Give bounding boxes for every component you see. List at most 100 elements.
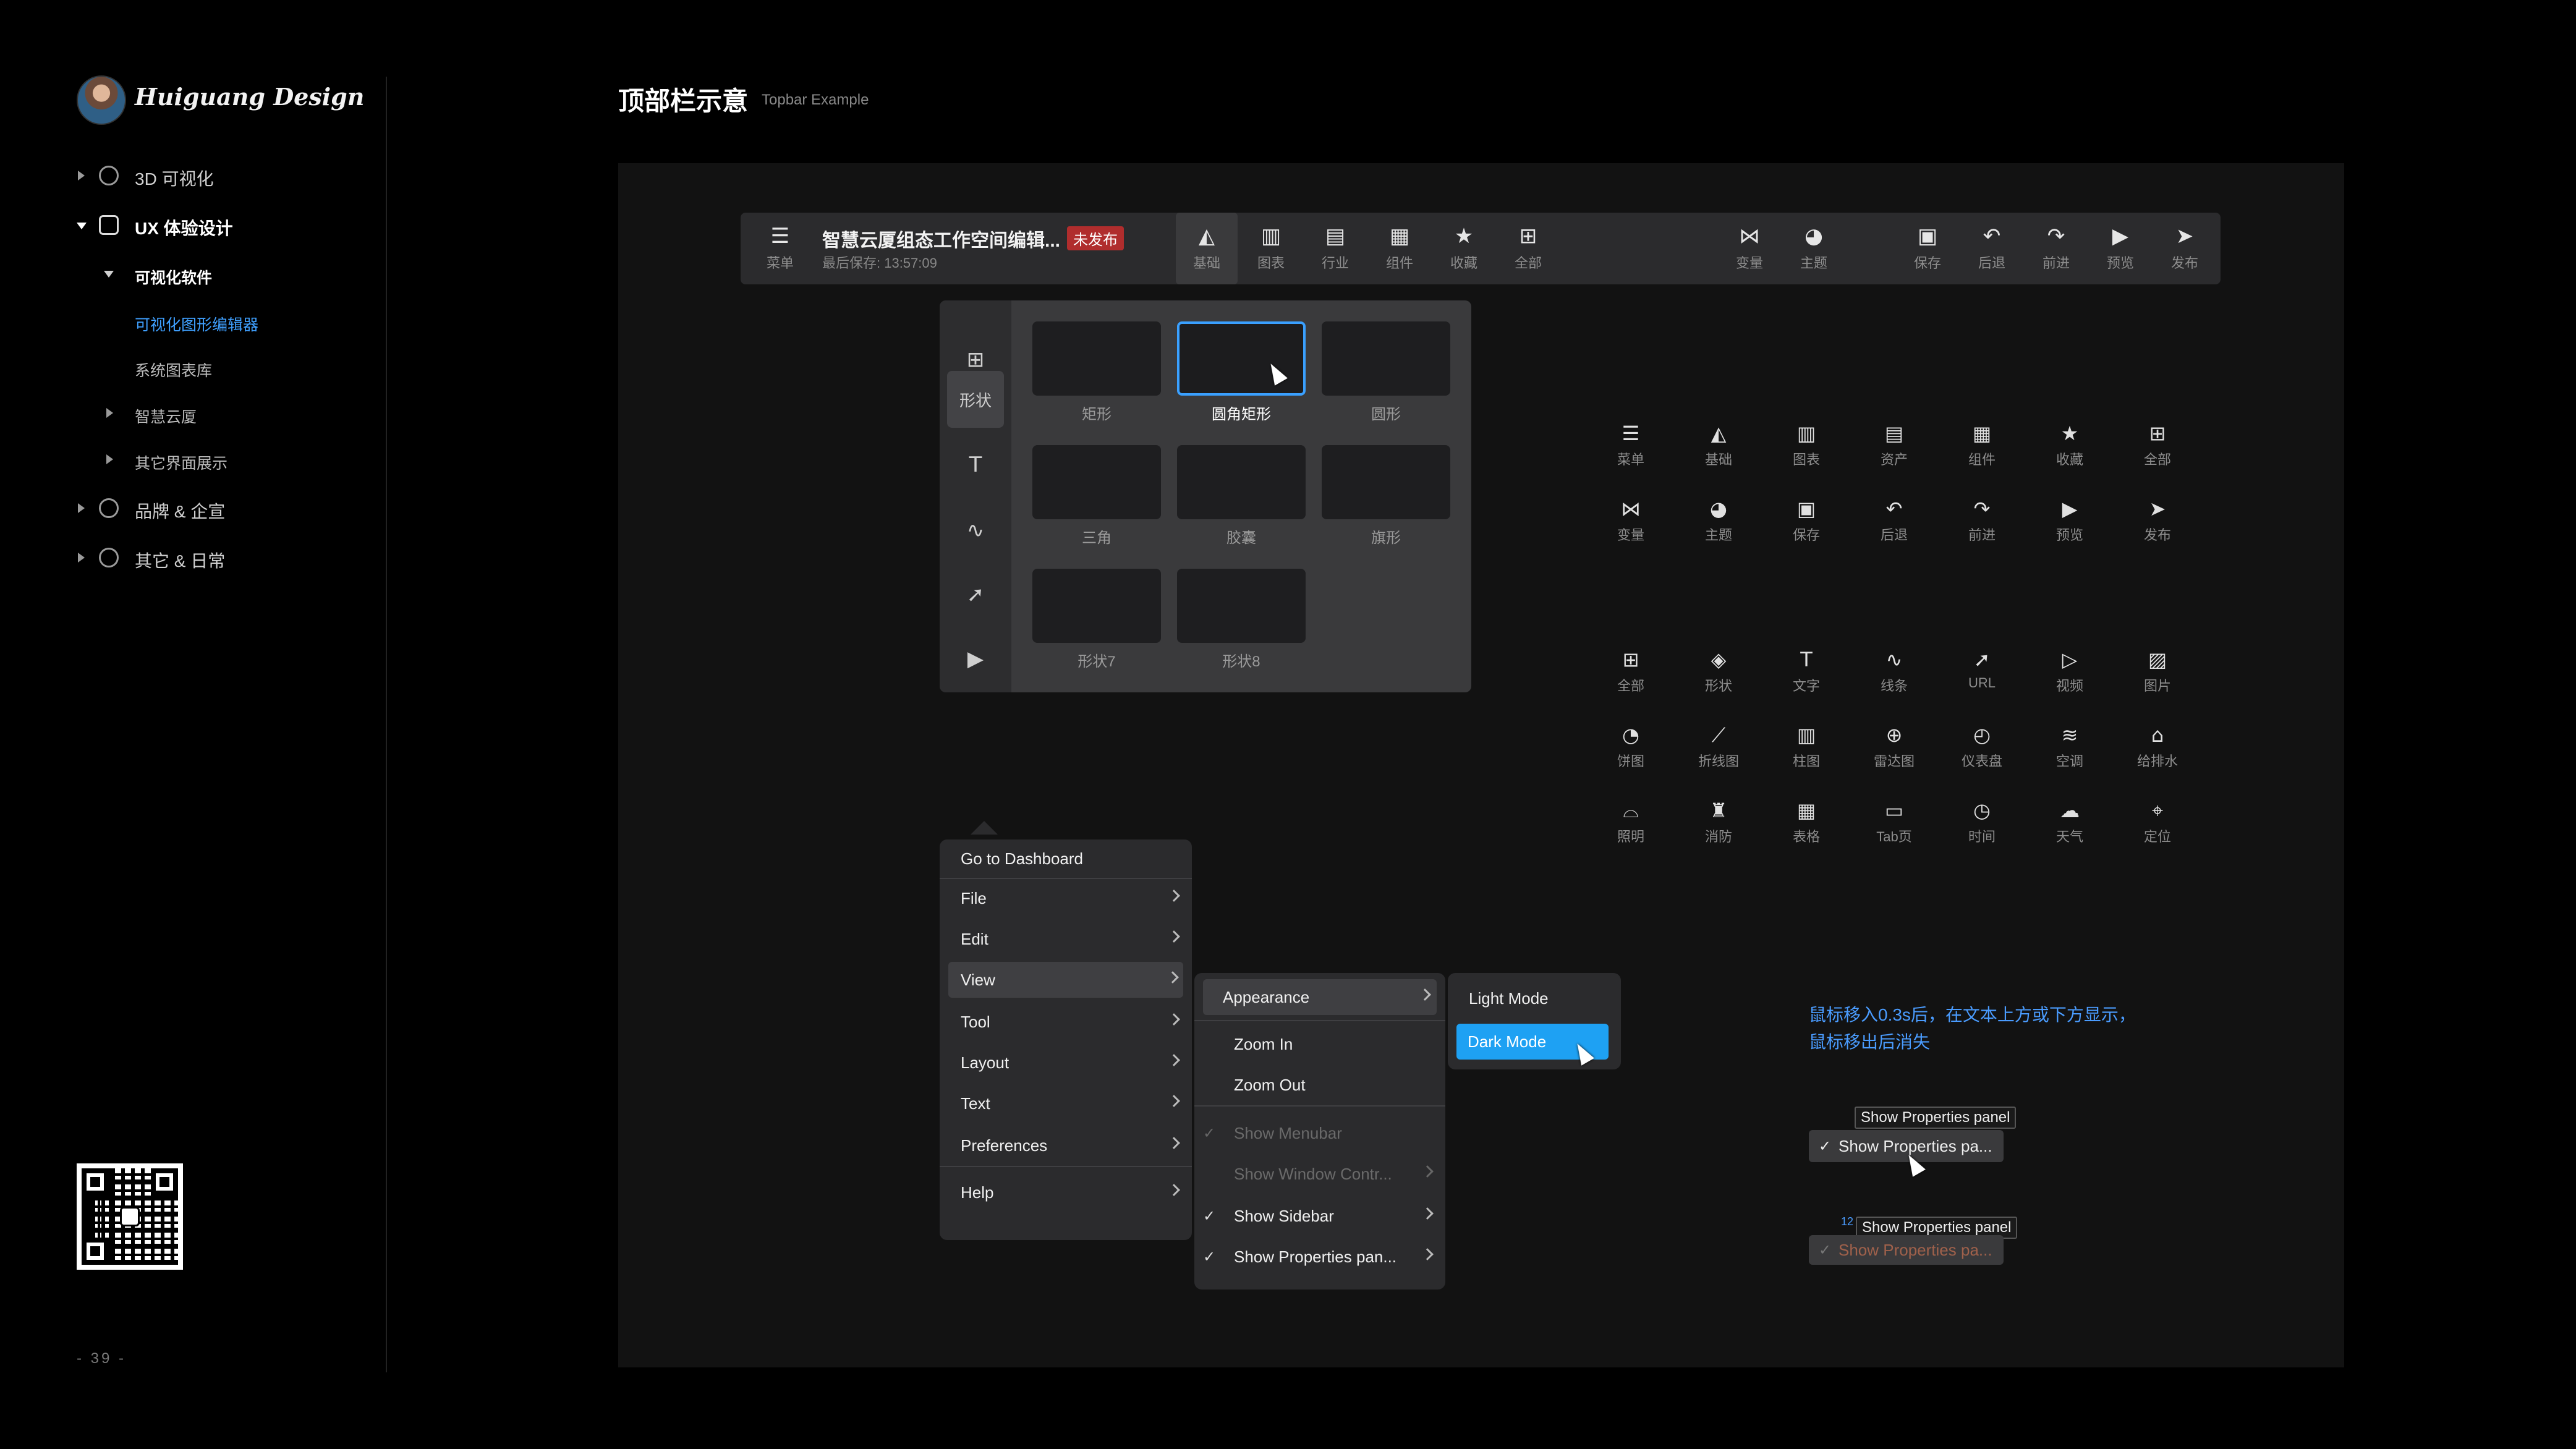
menu-item-appearance[interactable]: Appearance bbox=[1203, 979, 1437, 1015]
shape-tile[interactable] bbox=[1177, 569, 1306, 643]
icon-cell-send[interactable]: ➤ 发布 bbox=[2123, 497, 2191, 544]
sidebar-item-graph-editor[interactable]: 可视化图形编辑器 bbox=[135, 313, 258, 335]
menu-item-tool[interactable]: Tool bbox=[940, 1004, 1192, 1040]
topbar-button-star[interactable]: ★ 收藏 bbox=[1433, 213, 1495, 284]
menu-button[interactable]: ☰ 菜单 bbox=[749, 213, 811, 284]
icon-cell-line[interactable]: ∿ 线条 bbox=[1860, 648, 1928, 695]
menu-item-file[interactable]: File bbox=[940, 880, 1192, 916]
topbar-button-redo[interactable]: ↷ 前进 bbox=[2025, 213, 2087, 284]
icon-cell-save[interactable]: ▣ 保存 bbox=[1772, 497, 1840, 544]
sidebar-item-ux[interactable]: UX 体验设计 bbox=[135, 215, 233, 240]
chevron-right-icon[interactable] bbox=[106, 408, 113, 418]
chevron-right-icon[interactable] bbox=[78, 553, 85, 563]
icon-cell-water[interactable]: ⌂ 给排水 bbox=[2123, 723, 2191, 770]
chevron-right-icon[interactable] bbox=[78, 171, 85, 181]
topbar-button-shapes[interactable]: ◭ 基础 bbox=[1176, 213, 1238, 284]
icon-cell-location[interactable]: ⌖ 定位 bbox=[2123, 799, 2191, 846]
sidebar-item-other-ui[interactable]: 其它界面展示 bbox=[135, 451, 227, 474]
icon-cell-palette[interactable]: ◕ 主题 bbox=[1685, 497, 1753, 544]
icon-cell-video[interactable]: ▷ 视频 bbox=[2036, 648, 2104, 695]
menu-item-zoom-out[interactable]: Zoom Out bbox=[1194, 1067, 1445, 1103]
icon-cell-radar[interactable]: ⊕ 雷达图 bbox=[1860, 723, 1928, 770]
sidebar-item-chart-library[interactable]: 系统图表库 bbox=[135, 359, 212, 381]
shape-tile[interactable] bbox=[1032, 569, 1161, 643]
topbar-button-preview[interactable]: ▶ 预览 bbox=[2089, 213, 2151, 284]
text-icon[interactable]: T bbox=[947, 436, 1004, 493]
icon-cell-bar-chart[interactable]: ▥ 柱图 bbox=[1772, 723, 1840, 770]
topbar-button-folder[interactable]: ▤ 行业 bbox=[1304, 213, 1366, 284]
icon-cell-bar-chart[interactable]: ▥ 图表 bbox=[1772, 422, 1840, 469]
icon-cell-redo[interactable]: ↷ 前进 bbox=[1948, 497, 2016, 544]
shape-tile[interactable] bbox=[1177, 321, 1306, 396]
icon-cell-folder[interactable]: ▤ 资产 bbox=[1860, 422, 1928, 469]
icon-cell-shape[interactable]: ◈ 形状 bbox=[1685, 648, 1753, 695]
menu-item-show-window-controls[interactable]: Show Window Contr... bbox=[1194, 1156, 1445, 1192]
shape-tile[interactable] bbox=[1322, 321, 1450, 396]
icon-cell-fire-hydrant[interactable]: ♜ 消防 bbox=[1685, 799, 1753, 846]
topbar-button-table[interactable]: ▦ 组件 bbox=[1369, 213, 1430, 284]
water-icon: ⌂ bbox=[2151, 723, 2164, 747]
menu-item-layout[interactable]: Layout bbox=[940, 1045, 1192, 1081]
menu-item-show-properties[interactable]: ✓ Show Properties pan... bbox=[1194, 1239, 1445, 1275]
chevron-right-icon bbox=[1421, 1165, 1434, 1178]
menu-item-dashboard[interactable]: Go to Dashboard bbox=[940, 841, 1192, 877]
icon-cell-shapes[interactable]: ◭ 基础 bbox=[1685, 422, 1753, 469]
icon-cell-weather[interactable]: ☁ 天气 bbox=[2036, 799, 2104, 846]
icon-cell-line-chart[interactable]: ⟋ 折线图 bbox=[1685, 723, 1753, 770]
chevron-down-icon[interactable] bbox=[77, 223, 87, 229]
sidebar-item-vis-software[interactable]: 可视化软件 bbox=[135, 266, 212, 288]
cursor-icon[interactable]: ➚ bbox=[947, 566, 1004, 623]
line-icon[interactable]: ∿ bbox=[947, 502, 1004, 559]
topbar-button-undo[interactable]: ↶ 后退 bbox=[1961, 213, 2023, 284]
icon-cell-star[interactable]: ★ 收藏 bbox=[2036, 422, 2104, 469]
menu-item-view[interactable]: View bbox=[948, 962, 1183, 998]
icon-cell-grid[interactable]: ⊞ 全部 bbox=[2123, 422, 2191, 469]
topbar-button-grid[interactable]: ⊞ 全部 bbox=[1497, 213, 1559, 284]
menu-item-text[interactable]: Text bbox=[940, 1086, 1192, 1121]
topbar-button-variable[interactable]: ⋈ 变量 bbox=[1719, 213, 1780, 284]
icon-cell-menu[interactable]: ☰ 菜单 bbox=[1597, 422, 1665, 469]
topbar-button-save[interactable]: ▣ 保存 bbox=[1897, 213, 1958, 284]
properties-chip[interactable]: ✓ Show Properties pa... bbox=[1809, 1235, 2004, 1265]
icon-cell-undo[interactable]: ↶ 后退 bbox=[1860, 497, 1928, 544]
icon-cell-clock[interactable]: ◷ 时间 bbox=[1948, 799, 2016, 846]
rail-tab-shapes[interactable]: 形状 bbox=[947, 371, 1004, 428]
menu-item-show-sidebar[interactable]: ✓ Show Sidebar bbox=[1194, 1198, 1445, 1234]
sidebar-item-brand[interactable]: 品牌 & 企宣 bbox=[135, 498, 225, 523]
icon-cell-cursor[interactable]: ➚ URL bbox=[1948, 648, 2016, 691]
menu-item-preferences[interactable]: Preferences bbox=[940, 1128, 1192, 1163]
menu-item-light-mode[interactable]: Light Mode bbox=[1448, 980, 1621, 1016]
shape-tile[interactable] bbox=[1177, 445, 1306, 519]
menu-item-show-menubar[interactable]: ✓ Show Menubar bbox=[1194, 1115, 1445, 1151]
topbar-button-palette[interactable]: ◕ 主题 bbox=[1783, 213, 1845, 284]
topbar-center-group: ◭ 基础 ▥ 图表 ▤ 行业 ▦ 组件 ★ 收藏 ⊞ 全部 bbox=[1176, 213, 1559, 284]
icon-cell-tab[interactable]: ▭ Tab页 bbox=[1860, 799, 1928, 846]
icon-cell-table[interactable]: ▦ 表格 bbox=[1772, 799, 1840, 846]
chevron-right-icon[interactable] bbox=[106, 454, 113, 464]
chevron-down-icon[interactable] bbox=[104, 271, 114, 278]
icon-cell-ac[interactable]: ≋ 空调 bbox=[2036, 723, 2104, 770]
icon-cell-grid[interactable]: ⊞ 全部 bbox=[1597, 648, 1665, 695]
icon-cell-preview[interactable]: ▶ 预览 bbox=[2036, 497, 2104, 544]
icon-cell-pie[interactable]: ◔ 饼图 bbox=[1597, 723, 1665, 770]
icon-cell-variable[interactable]: ⋈ 变量 bbox=[1597, 497, 1665, 544]
icon-cell-image[interactable]: ▨ 图片 bbox=[2123, 648, 2191, 695]
shape-tile[interactable] bbox=[1032, 321, 1161, 396]
chevron-right-icon[interactable] bbox=[78, 503, 85, 513]
menu-item-help[interactable]: Help bbox=[940, 1175, 1192, 1210]
sidebar-item-3d[interactable]: 3D 可视化 bbox=[135, 166, 214, 190]
menu-item-edit[interactable]: Edit bbox=[940, 921, 1192, 957]
shape-tile[interactable] bbox=[1322, 445, 1450, 519]
icon-cell-table[interactable]: ▦ 组件 bbox=[1948, 422, 2016, 469]
icon-cell-gauge[interactable]: ◴ 仪表盘 bbox=[1948, 723, 2016, 770]
topbar-button-send[interactable]: ➤ 发布 bbox=[2154, 213, 2216, 284]
icon-cell-lamp[interactable]: ⌓ 照明 bbox=[1597, 799, 1665, 846]
video-icon[interactable]: ▶ bbox=[947, 631, 1004, 687]
shape-tile[interactable] bbox=[1032, 445, 1161, 519]
topbar-button-bar-chart[interactable]: ▥ 图表 bbox=[1240, 213, 1302, 284]
sidebar-item-daily[interactable]: 其它 & 日常 bbox=[135, 548, 225, 572]
document-title[interactable]: 智慧云厦组态工作空间编辑... bbox=[822, 225, 1060, 252]
menu-item-zoom-in[interactable]: Zoom In bbox=[1194, 1026, 1445, 1062]
sidebar-item-smart-building[interactable]: 智慧云厦 bbox=[135, 405, 197, 427]
icon-cell-text[interactable]: T 文字 bbox=[1772, 648, 1840, 695]
